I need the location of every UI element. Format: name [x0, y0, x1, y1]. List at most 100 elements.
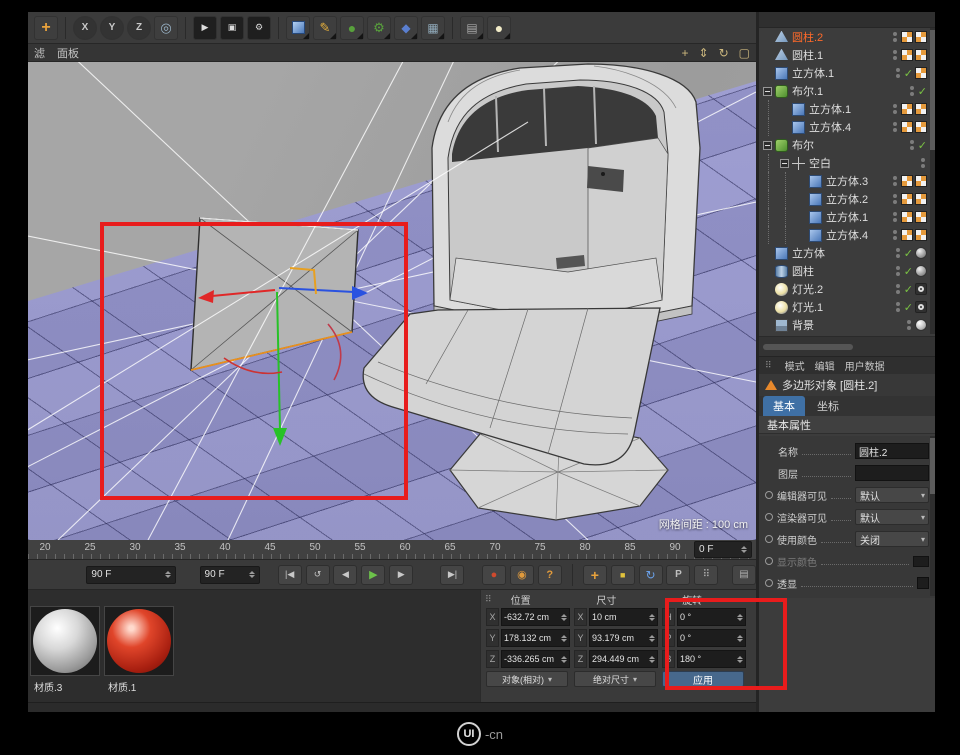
record-position-toggle[interactable]: +	[583, 565, 607, 585]
spinner[interactable]	[645, 656, 655, 663]
object-row[interactable]: 背景	[759, 316, 935, 334]
size-y-field[interactable]: 93.179 cm	[589, 629, 658, 647]
editor-visibility-dropdown[interactable]: 默认	[855, 487, 929, 503]
maximize-view-icon[interactable]: ▢	[739, 46, 750, 60]
keyframe-ring-icon[interactable]	[765, 557, 773, 565]
size-x-field[interactable]: 10 cm	[589, 608, 658, 626]
add-camera-button[interactable]: ▤	[460, 16, 484, 40]
rotate-view-icon[interactable]: ↻	[719, 46, 729, 60]
spinner[interactable]	[557, 635, 567, 642]
visibility-dots[interactable]	[893, 175, 897, 187]
autokey-button[interactable]: ◉	[510, 565, 534, 585]
object-row[interactable]: 圆柱	[759, 262, 935, 280]
add-subdivision-button[interactable]: ●	[340, 16, 364, 40]
texture-tag-icon[interactable]	[915, 67, 927, 79]
viewport-menu-filter[interactable]: 滤	[34, 45, 45, 61]
rotation-h-field[interactable]: 0 °	[677, 608, 746, 626]
coordinate-system-button[interactable]: ◎	[154, 16, 178, 40]
frame-spinner[interactable]	[737, 546, 747, 553]
visibility-dots[interactable]	[893, 211, 897, 223]
keyframe-ring-icon[interactable]	[765, 491, 773, 499]
render-visibility-dropdown[interactable]: 默认	[855, 509, 929, 525]
enabled-check-icon[interactable]	[918, 139, 927, 152]
add-generator-button[interactable]: ⚙	[367, 16, 391, 40]
position-x-field[interactable]: -632.72 cm	[501, 608, 570, 626]
texture-tag-icon[interactable]	[901, 103, 913, 115]
spinner[interactable]	[557, 656, 567, 663]
texture-tag-icon[interactable]	[901, 49, 913, 61]
end-frame-spinner[interactable]	[245, 571, 255, 578]
object-row[interactable]: 布尔	[759, 136, 935, 154]
light-tag-icon[interactable]	[915, 283, 927, 295]
go-to-start-button[interactable]: |◀	[278, 565, 302, 585]
texture-tag-icon[interactable]	[915, 121, 927, 133]
visibility-dots[interactable]	[893, 193, 897, 205]
object-row[interactable]: 立方体.4	[759, 226, 935, 244]
selected-plane-object[interactable]	[191, 218, 358, 370]
spinner[interactable]	[645, 635, 655, 642]
scrollbar-thumb[interactable]	[930, 30, 935, 150]
start-frame-field[interactable]: 90 F	[86, 566, 176, 584]
record-rotation-toggle[interactable]: ↻	[639, 565, 663, 585]
mode-menu[interactable]: 模式	[785, 358, 805, 373]
spinner[interactable]	[557, 614, 567, 621]
object-row[interactable]: 立方体	[759, 244, 935, 262]
texture-tag-icon[interactable]	[915, 211, 927, 223]
z-axis-lock-button[interactable]: Z	[127, 16, 151, 40]
next-frame-button[interactable]: ▶	[389, 565, 413, 585]
object-row[interactable]: 灯光.2	[759, 280, 935, 298]
end-frame-dropdown[interactable]: 90 F	[200, 566, 261, 584]
x-axis-lock-button[interactable]: X	[73, 16, 97, 40]
record-pla-toggle[interactable]: ⠿	[694, 565, 718, 585]
render-settings-button[interactable]: ⚙	[247, 16, 271, 40]
scrollbar-thumb[interactable]	[930, 438, 935, 494]
keyframe-ring-icon[interactable]	[765, 535, 773, 543]
material-name[interactable]: 材质.3	[34, 679, 62, 694]
texture-tag-icon[interactable]	[915, 49, 927, 61]
texture-tag-icon[interactable]	[901, 121, 913, 133]
position-y-field[interactable]: 178.132 cm	[501, 629, 570, 647]
add-environment-button[interactable]: ▦	[421, 16, 445, 40]
name-input[interactable]: 圆柱.2	[855, 443, 929, 459]
add-light-button[interactable]: ●	[487, 16, 511, 40]
enabled-check-icon[interactable]	[904, 265, 913, 278]
visibility-dots[interactable]	[896, 247, 900, 259]
rotation-p-field[interactable]: 0 °	[677, 629, 746, 647]
object-row[interactable]: 立方体.2	[759, 190, 935, 208]
spinner[interactable]	[733, 614, 743, 621]
pan-view-icon[interactable]: +	[682, 46, 689, 60]
position-z-field[interactable]: -336.265 cm	[501, 650, 570, 668]
light-tag-icon[interactable]	[915, 301, 927, 313]
visibility-dots[interactable]	[910, 85, 914, 97]
object-row[interactable]: 灯光.1	[759, 298, 935, 316]
visibility-dots[interactable]	[893, 103, 897, 115]
gizmo-y-arrowhead[interactable]	[273, 428, 287, 446]
enabled-check-icon[interactable]	[904, 301, 913, 314]
visibility-dots[interactable]	[921, 157, 925, 169]
rotation-b-field[interactable]: 180 °	[677, 650, 746, 668]
keyframe-ring-icon[interactable]	[765, 579, 773, 587]
texture-tag-icon[interactable]	[901, 211, 913, 223]
visibility-dots[interactable]	[910, 139, 914, 151]
move-tool-button[interactable]: +	[34, 16, 58, 40]
basic-properties-section[interactable]: 基本属性	[759, 416, 935, 434]
size-z-field[interactable]: 294.449 cm	[589, 650, 658, 668]
viewport-canvas[interactable]: 网格间距 : 100 cm	[28, 62, 756, 540]
object-row[interactable]: 圆柱.1	[759, 46, 935, 64]
texture-tag-icon[interactable]	[915, 175, 927, 187]
go-to-end-button[interactable]: ▶|	[440, 565, 464, 585]
display-color-swatch[interactable]	[913, 556, 929, 567]
material-tag-icon[interactable]	[915, 319, 927, 331]
texture-tag-icon[interactable]	[915, 31, 927, 43]
object-row[interactable]: 立方体.1	[759, 208, 935, 226]
user-data-menu[interactable]: 用户数据	[845, 358, 885, 373]
previous-frame-button[interactable]: ◀	[333, 565, 357, 585]
layer-input[interactable]	[855, 465, 929, 481]
visibility-dots[interactable]	[907, 319, 911, 331]
object-manager-scrollbar[interactable]	[930, 28, 935, 334]
material-name[interactable]: 材质.1	[108, 679, 136, 694]
texture-tag-icon[interactable]	[915, 193, 927, 205]
visibility-dots[interactable]	[896, 283, 900, 295]
collapse-toggle[interactable]	[780, 159, 789, 168]
scrollbar-thumb[interactable]	[763, 344, 853, 350]
